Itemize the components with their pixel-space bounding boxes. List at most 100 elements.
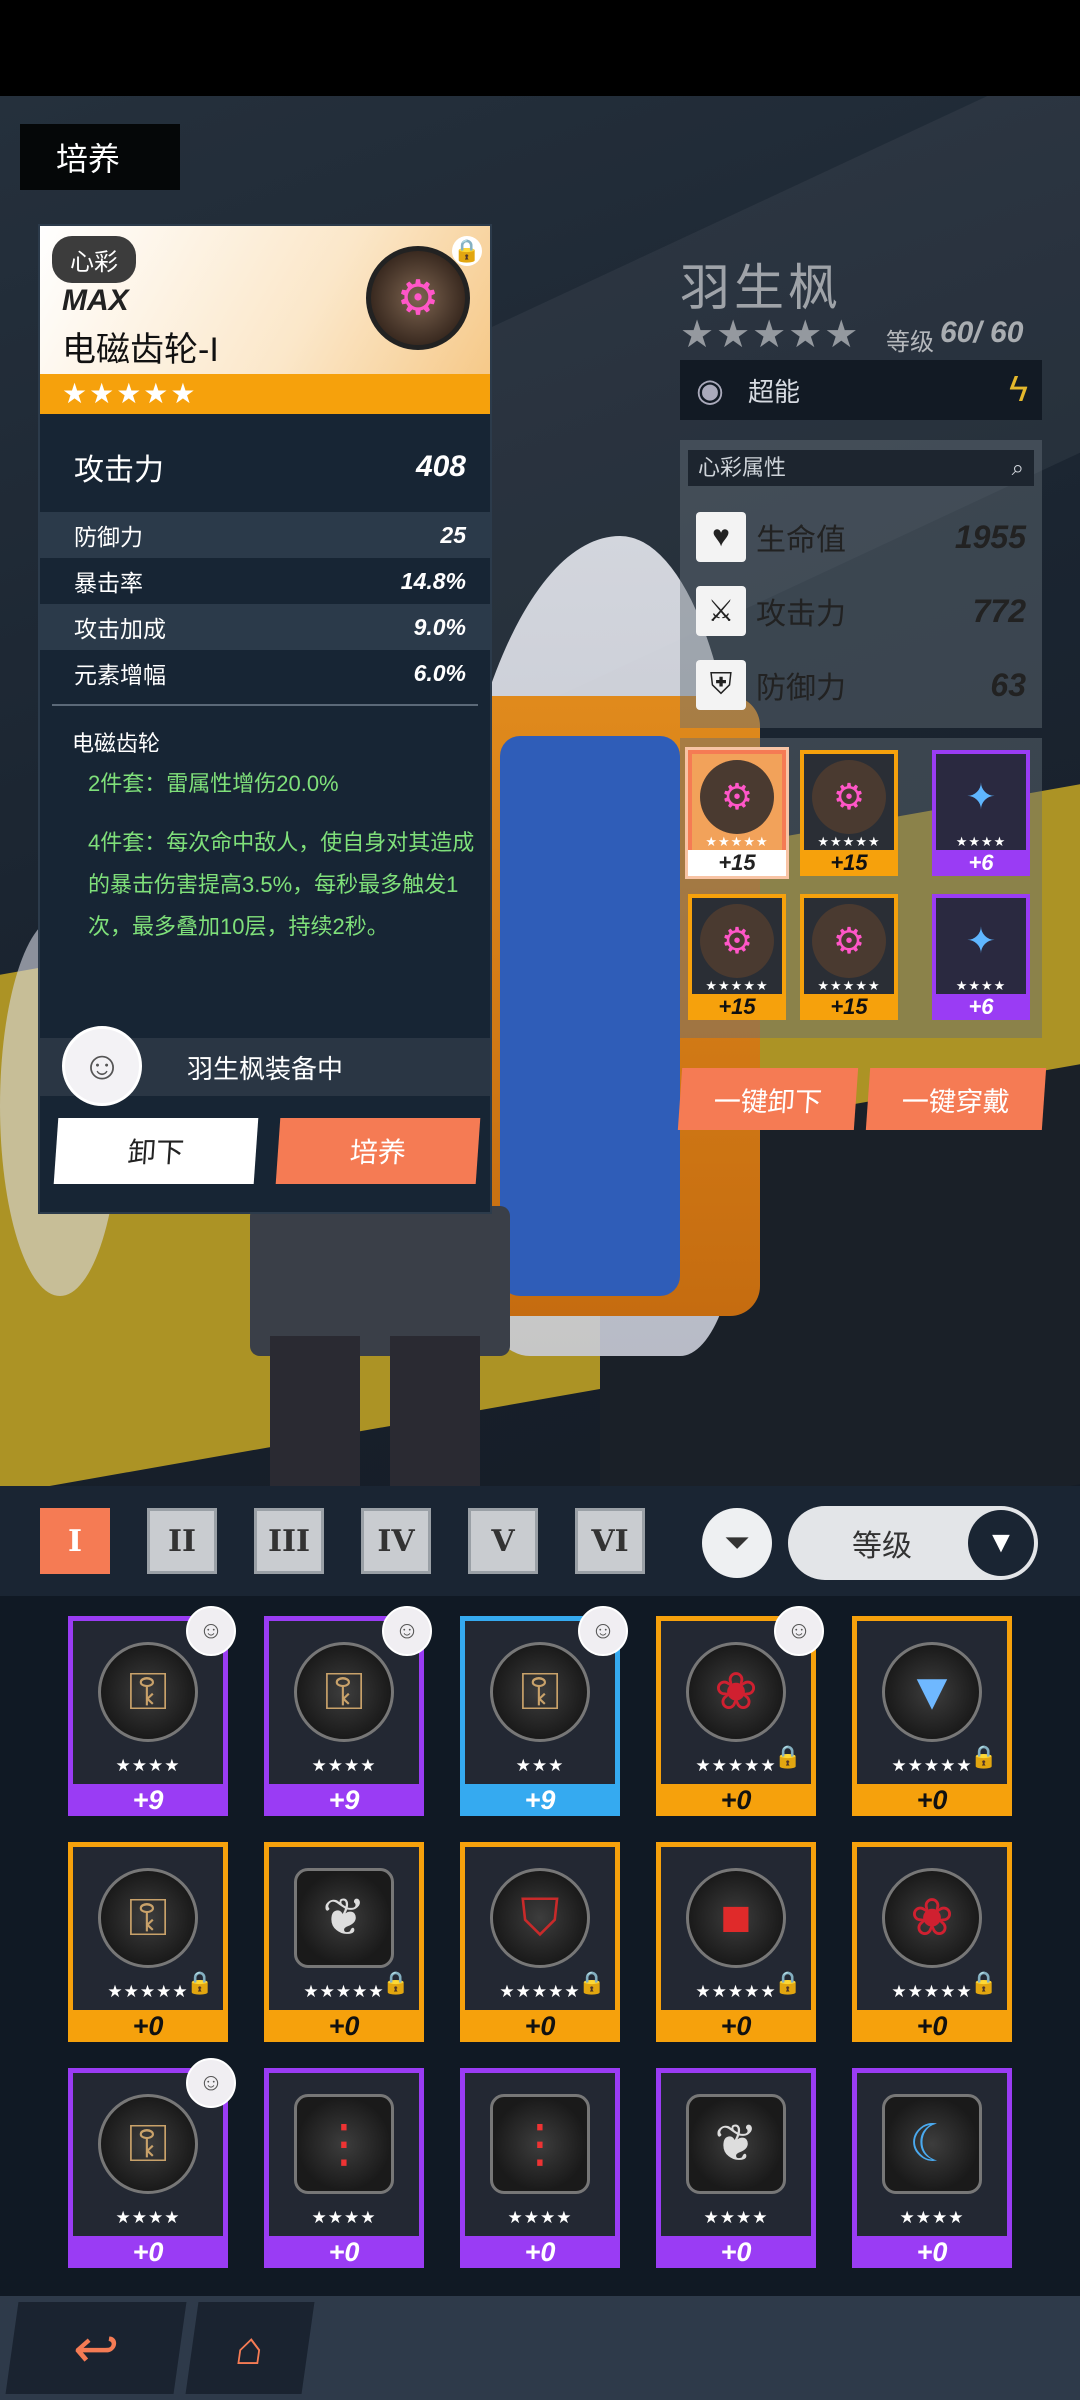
- attribute-header[interactable]: 心彩属性 ⌕: [688, 450, 1034, 486]
- inventory-item[interactable]: ☾ ★★★★ +0: [852, 2068, 1012, 2268]
- lock-icon: 🔒: [970, 1744, 998, 1769]
- inventory-item[interactable]: ❦ ★★★★ +0: [656, 2068, 816, 2268]
- lock-icon: 🔒: [970, 1970, 998, 1995]
- back-arrow-icon[interactable]: ↩: [5, 2302, 187, 2394]
- search-icon[interactable]: ⌕: [1012, 450, 1024, 486]
- unequip-button[interactable]: 卸下: [53, 1118, 259, 1184]
- tab-slot-1[interactable]: I: [40, 1508, 110, 1574]
- item-level: +9: [460, 1784, 620, 1816]
- equipped-slot[interactable]: ⚙ ★★★★★ +15: [688, 894, 786, 1020]
- inventory-item[interactable]: ⚿ ★★★★ +9 ☺: [264, 1606, 432, 1816]
- equip-all-button[interactable]: 一键穿戴: [865, 1068, 1047, 1130]
- inventory-item[interactable]: ■ ★★★★★ +0 🔒: [656, 1842, 816, 2042]
- item-stars: ★★★★: [115, 2208, 181, 2227]
- element-box: ◉ 超能 ϟ: [680, 360, 1042, 420]
- wind-up-key-icon: ⚿: [98, 1642, 198, 1742]
- slot-level: +15: [800, 850, 898, 876]
- attribute-label: 防御力: [756, 672, 846, 705]
- set-name: 电磁齿轮: [72, 731, 161, 756]
- inventory-item[interactable]: ⚿ ★★★★ +9 ☺: [68, 1606, 236, 1816]
- avatar: ☺: [382, 1606, 432, 1656]
- psychic-icon: ◉: [696, 372, 724, 408]
- character-leg: [390, 1336, 480, 1486]
- item-level: +0: [852, 2010, 1012, 2042]
- inventory-item[interactable]: ❀ ★★★★★ +0 🔒: [852, 1842, 1012, 2042]
- character-leg: [270, 1336, 360, 1486]
- inventory-item[interactable]: ⚿ ★★★★ +0 ☺: [68, 2058, 236, 2268]
- element-name: 超能: [748, 376, 801, 407]
- character-name: 羽生枫: [680, 260, 842, 316]
- character-skirt: [250, 1206, 510, 1356]
- gear-icon: ⚙: [700, 904, 774, 978]
- equipped-slot[interactable]: ⚙ ★★★★★ +15: [688, 750, 786, 876]
- attribute-panel: 心彩属性 ⌕ ♥ 生命值 1955 ⚔ 攻击力 772 ⛨ 防御力 63: [680, 440, 1042, 728]
- max-label: MAX: [62, 284, 129, 317]
- tab-slot-4[interactable]: IV: [361, 1508, 431, 1574]
- sub-stat-label: 元素增幅: [74, 662, 166, 688]
- lock-icon[interactable]: 🔒: [452, 236, 482, 266]
- character-level: 60/ 60: [940, 316, 1024, 349]
- tab-slot-5[interactable]: V: [468, 1508, 538, 1574]
- tab-slot-2[interactable]: II: [147, 1508, 217, 1574]
- item-stars: ★★★★: [311, 2208, 377, 2227]
- sub-stat-value: 14.8%: [400, 567, 466, 594]
- sub-stat-label: 攻击加成: [74, 616, 166, 642]
- lock-icon: 🔒: [774, 1744, 802, 1769]
- wind-up-key-icon: ⚿: [490, 1642, 590, 1742]
- inventory-item[interactable]: ❦ ★★★★★ +0 🔒: [264, 1842, 424, 2042]
- sort-label: 等级: [852, 1530, 912, 1563]
- sub-stat-row: 攻击加成 9.0%: [40, 604, 490, 650]
- filter-icon[interactable]: ⏷: [702, 1508, 772, 1578]
- slot-stars: ★★★★★: [817, 978, 881, 993]
- inventory-item[interactable]: ⚿ ★★★ +9 ☺: [460, 1606, 628, 1816]
- attribute-label: 攻击力: [756, 598, 846, 631]
- avatar: ☺: [186, 1606, 236, 1656]
- main-stat-label: 攻击力: [74, 454, 164, 487]
- gear-icon: ⚙: [812, 760, 886, 834]
- top-bar: [0, 0, 1080, 96]
- equipped-slot[interactable]: ⚙ ★★★★★ +15: [800, 894, 898, 1020]
- item-level: +0: [852, 2236, 1012, 2268]
- gear-icon: ⚙: [700, 760, 774, 834]
- attribute-label: 生命值: [756, 524, 846, 557]
- equipment-detail-card: 心彩 MAX 电磁齿轮-I ⚙ 🔒 ★★★★★ 攻击力 408 防御力 25 暴…: [38, 224, 492, 1214]
- lightning-icon: ϟ: [1008, 368, 1028, 409]
- sword-icon: ⚔: [696, 586, 746, 636]
- attribute-row: ⚔ 攻击力 772: [696, 576, 1026, 646]
- equipped-slot[interactable]: ✦ ★★★★ +6: [932, 894, 1030, 1020]
- slot-stars: ★★★★★: [817, 834, 881, 849]
- item-level: +9: [264, 1784, 424, 1816]
- item-stars: ★★★★: [899, 2208, 965, 2227]
- sort-dropdown[interactable]: 等级 ▼: [788, 1506, 1038, 1580]
- inventory-item[interactable]: ⋮ ★★★★ +0: [264, 2068, 424, 2268]
- attribute-row: ♥ 生命值 1955: [696, 502, 1026, 572]
- attribute-row: ⛨ 防御力 63: [696, 650, 1026, 720]
- equipment-stars: ★★★★★: [40, 374, 490, 414]
- equipped-slot[interactable]: ✦ ★★★★ +6: [932, 750, 1030, 876]
- train-button[interactable]: 培养: [275, 1118, 481, 1184]
- item-level: +0: [656, 1784, 816, 1816]
- gift-box-icon: ■: [686, 1868, 786, 1968]
- main-stat: 攻击力 408: [40, 432, 490, 502]
- item-stars: ★★★★: [703, 2208, 769, 2227]
- item-level: +0: [656, 2236, 816, 2268]
- lock-icon: 🔒: [578, 1970, 606, 1995]
- slot-stars: ★★★★: [955, 834, 1007, 849]
- home-icon[interactable]: ⌂: [185, 2302, 315, 2394]
- character-stars: ★★★★★: [680, 314, 861, 356]
- armor-icon: ⛉: [490, 1868, 590, 1968]
- inventory-item[interactable]: ⋮ ★★★★ +0: [460, 2068, 620, 2268]
- sub-stat-row: 暴击率 14.8%: [40, 558, 490, 604]
- item-level: +0: [460, 2010, 620, 2042]
- equipped-slot[interactable]: ⚙ ★★★★★ +15: [800, 750, 898, 876]
- inventory-item[interactable]: ⛉ ★★★★★ +0 🔒: [460, 1842, 620, 2042]
- tab-slot-6[interactable]: VI: [575, 1508, 645, 1574]
- unequip-all-button[interactable]: 一键卸下: [677, 1068, 859, 1130]
- inventory-item[interactable]: ▼ ★★★★★ +0 🔒: [852, 1616, 1012, 1816]
- bird-icon: ❦: [294, 1868, 394, 1968]
- inventory-item[interactable]: ❀ ★★★★★ +0 ☺ 🔒: [656, 1606, 824, 1816]
- tab-slot-3[interactable]: III: [254, 1508, 324, 1574]
- slot-level: +15: [800, 994, 898, 1020]
- inventory-item[interactable]: ⚿ ★★★★★ +0 🔒: [68, 1842, 228, 2042]
- slot-level: +15: [688, 994, 786, 1020]
